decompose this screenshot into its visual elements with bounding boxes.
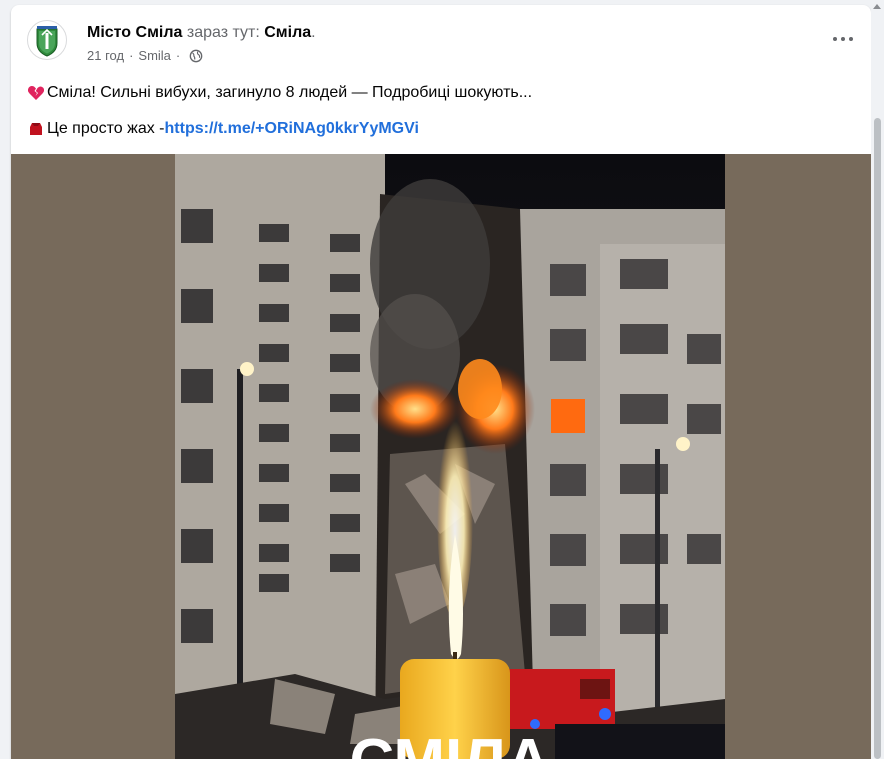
post-body-text: Це просто жах - [47, 120, 165, 137]
post-timestamp[interactable]: 21 год [87, 48, 124, 64]
post-place[interactable]: Smila [138, 48, 171, 64]
more-horizontal-icon [849, 37, 853, 41]
post-photo[interactable]: СМІЛА [175, 154, 725, 759]
city-emblem-icon [36, 26, 58, 57]
scroll-up-arrow-icon[interactable] [873, 4, 881, 9]
meta-dot-separator: · [129, 48, 134, 63]
more-options-button[interactable] [829, 29, 857, 49]
location-end: . [311, 24, 316, 41]
telegram-link[interactable]: https://t.me/+ORiNAg0kkrYyMGVi [165, 119, 419, 139]
post-media[interactable]: СМІЛА [11, 154, 871, 759]
post-text-line: Сміла! Сильні вибухи, загинуло 8 людей —… [27, 83, 857, 103]
page-avatar[interactable] [27, 20, 67, 60]
scrollbar-thumb[interactable] [874, 118, 881, 759]
globe-icon[interactable] [189, 49, 203, 63]
broken-heart-icon [27, 86, 45, 100]
post-card: Місто Сміла зараз тут: Сміла. 21 год · S… [11, 5, 871, 759]
explosion-building-image: СМІЛА [175, 154, 725, 759]
more-horizontal-icon [841, 37, 845, 41]
post-headline: Сміла! Сильні вибухи, загинуло 8 людей —… [47, 84, 533, 101]
post-meta: 21 год · Smila · [87, 48, 203, 64]
photo-caption-text: СМІЛА [349, 727, 550, 759]
red-envelope-icon [30, 123, 42, 135]
author-line: Місто Сміла зараз тут: Сміла. [87, 23, 316, 43]
page-scrollbar[interactable] [871, 0, 884, 759]
more-horizontal-icon [833, 37, 837, 41]
meta-dot-separator: · [175, 48, 181, 63]
post-text-line: Це просто жах - https://t.me/+ORiNAg0kkr… [27, 119, 857, 139]
author-name[interactable]: Місто Сміла [87, 24, 182, 41]
is-at-text: зараз тут: [186, 24, 260, 41]
location-link[interactable]: Сміла [264, 24, 311, 41]
post-header: Місто Сміла зараз тут: Сміла. 21 год · S… [11, 5, 871, 67]
post-text: Сміла! Сильні вибухи, загинуло 8 людей —… [27, 83, 857, 155]
